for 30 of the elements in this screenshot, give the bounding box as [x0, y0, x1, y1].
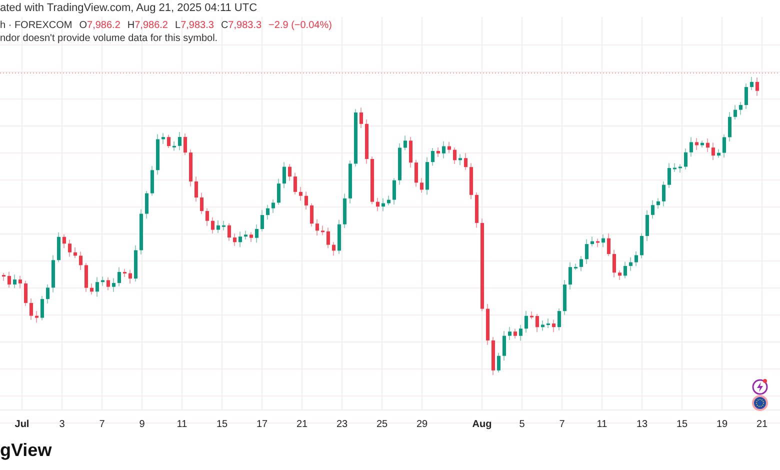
axis-label: 13 — [636, 419, 648, 430]
volume-notice: ndor doesn't provide volume data for this symbol. — [0, 32, 219, 45]
axis-label: 5 — [519, 419, 525, 430]
ohlc-value: H7,986.2 — [127, 19, 168, 32]
axis-label: 11 — [596, 419, 608, 430]
axis-label: 3 — [59, 419, 65, 430]
axis-label: 9 — [139, 419, 145, 430]
axis-label: Jul — [14, 419, 30, 430]
axis-label: 15 — [676, 419, 688, 430]
axis-label: 29 — [416, 419, 428, 430]
axis-label: 15 — [216, 419, 228, 430]
axis-label: 7 — [99, 419, 105, 430]
axis-label: 25 — [376, 419, 388, 430]
axis-label: 21 — [756, 419, 768, 430]
change-value: −2.9 (−0.04%) — [268, 19, 332, 32]
lightning-icon[interactable] — [752, 379, 768, 395]
axis-label: 23 — [336, 419, 348, 430]
ohlc-value: C7,983.3 — [220, 19, 262, 32]
axis-label: Aug — [472, 419, 492, 430]
flag-icon[interactable] — [752, 395, 768, 411]
symbol-label: h · FOREXCOM — [0, 19, 72, 32]
axis-label: 19 — [716, 419, 728, 430]
axis-label: 7 — [559, 419, 565, 430]
axis-label: 11 — [176, 419, 188, 430]
axis-label: 21 — [296, 419, 308, 430]
logo-text: gView — [0, 440, 52, 461]
axis-label: 17 — [256, 419, 268, 430]
ohlc-value: L7,983.3 — [175, 19, 214, 32]
ohlc-value: O7,986.2 — [79, 19, 120, 32]
chart-caption: ated with TradingView.com, Aug 21, 2025 04:11 UTC — [0, 1, 258, 16]
